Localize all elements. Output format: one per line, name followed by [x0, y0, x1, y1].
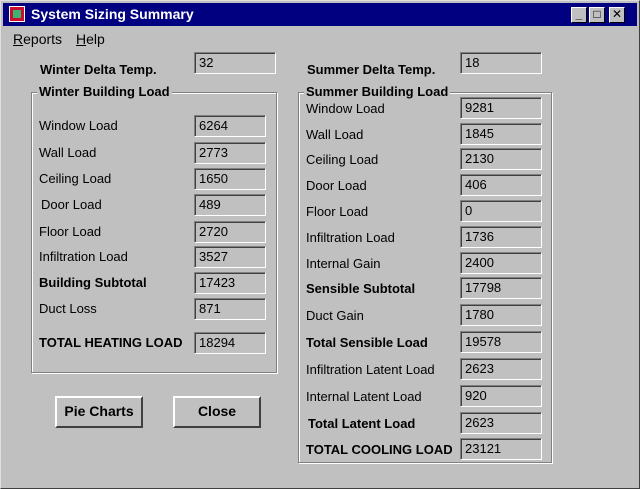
- menu-help[interactable]: Help: [76, 31, 105, 47]
- menu-bar: Reports Help: [3, 28, 637, 50]
- summer-row-label: Door Load: [306, 178, 367, 193]
- summer-row-field[interactable]: 19578: [460, 331, 542, 353]
- summer-row-label: Duct Gain: [306, 308, 364, 323]
- winter-delta-label: Winter Delta Temp.: [40, 62, 157, 77]
- summer-row-field[interactable]: 23121: [460, 438, 542, 460]
- winter-row-field[interactable]: 17423: [194, 272, 266, 294]
- summer-row-label: Window Load: [306, 101, 385, 116]
- winter-row-field[interactable]: 6264: [194, 115, 266, 137]
- summer-row-label: Ceiling Load: [306, 152, 379, 167]
- summer-row-label: TOTAL COOLING LOAD: [306, 442, 453, 457]
- summer-row-label: Total Latent Load: [308, 416, 416, 431]
- summer-row-field[interactable]: 2623: [460, 358, 542, 380]
- system-sizing-window: System Sizing Summary _ □ ✕ Reports Help…: [0, 0, 640, 489]
- winter-row-label: Ceiling Load: [39, 171, 112, 186]
- summer-row-field[interactable]: 1845: [460, 123, 542, 145]
- close-window-button[interactable]: ✕: [609, 7, 625, 23]
- winter-group-title: Winter Building Load: [37, 84, 172, 99]
- summer-delta-label: Summer Delta Temp.: [307, 62, 436, 77]
- app-icon[interactable]: [9, 6, 25, 22]
- winter-row-field[interactable]: 489: [194, 194, 266, 216]
- summer-row-field[interactable]: 0: [460, 200, 542, 222]
- summer-row-field[interactable]: 406: [460, 174, 542, 196]
- winter-row-label: Floor Load: [39, 224, 102, 239]
- summer-delta-field[interactable]: 18: [460, 52, 542, 74]
- winter-row-field[interactable]: 18294: [194, 332, 266, 354]
- winter-row-field[interactable]: 3527: [194, 246, 266, 268]
- maximize-button[interactable]: □: [589, 7, 605, 23]
- summer-row-field[interactable]: 920: [460, 385, 542, 407]
- summer-group-title: Summer Building Load: [304, 84, 451, 99]
- summer-row-label: Total Sensible Load: [306, 335, 428, 350]
- summer-row-label: Sensible Subtotal: [306, 281, 416, 296]
- pie-charts-button[interactable]: Pie Charts: [55, 396, 143, 428]
- summer-row-field[interactable]: 1736: [460, 226, 542, 248]
- summer-row-label: Internal Gain: [306, 256, 381, 271]
- winter-row-label: Window Load: [39, 118, 118, 133]
- summer-row-field[interactable]: 1780: [460, 304, 542, 326]
- close-button[interactable]: Close: [173, 396, 261, 428]
- summer-row-label: Wall Load: [306, 127, 364, 142]
- summer-row-field[interactable]: 17798: [460, 277, 542, 299]
- menu-reports[interactable]: Reports: [13, 31, 62, 47]
- winter-row-label: TOTAL HEATING LOAD: [39, 335, 183, 350]
- winter-row-field[interactable]: 871: [194, 298, 266, 320]
- summer-row-label: Infiltration Latent Load: [306, 362, 435, 377]
- window-title: System Sizing Summary: [31, 6, 194, 22]
- summer-row-field[interactable]: 2400: [460, 252, 542, 274]
- winter-row-field[interactable]: 1650: [194, 168, 266, 190]
- title-bar[interactable]: System Sizing Summary _ □ ✕: [3, 3, 637, 26]
- summer-row-label: Infiltration Load: [306, 230, 395, 245]
- winter-delta-field[interactable]: 32: [194, 52, 276, 74]
- minimize-button[interactable]: _: [571, 7, 587, 23]
- summer-row-field[interactable]: 2623: [460, 412, 542, 434]
- winter-row-field[interactable]: 2773: [194, 142, 266, 164]
- winter-row-label: Door Load: [41, 197, 102, 212]
- summer-row-label: Internal Latent Load: [306, 389, 422, 404]
- winter-row-label: Infiltration Load: [39, 249, 128, 264]
- summer-row-field[interactable]: 2130: [460, 148, 542, 170]
- winter-row-label: Duct Loss: [39, 301, 97, 316]
- summer-row-label: Floor Load: [306, 204, 369, 219]
- winter-row-field[interactable]: 2720: [194, 221, 266, 243]
- winter-row-label: Building Subtotal: [39, 275, 147, 290]
- winter-row-label: Wall Load: [39, 145, 97, 160]
- summer-row-field[interactable]: 9281: [460, 97, 542, 119]
